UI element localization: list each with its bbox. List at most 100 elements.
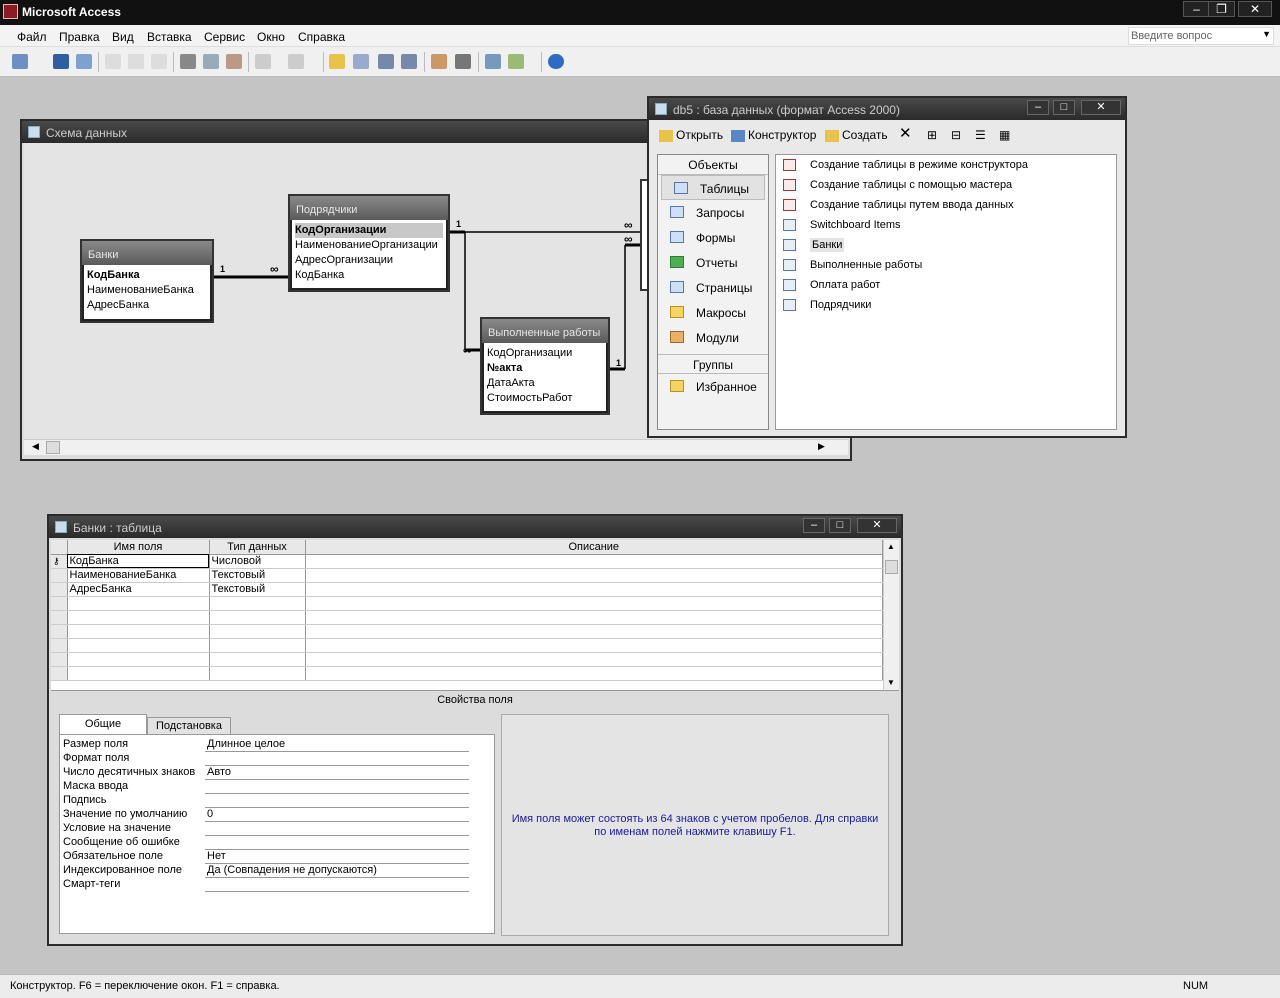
chevron-down-icon[interactable]: ▼ — [1262, 29, 1271, 39]
menu-view[interactable]: Вид — [112, 30, 134, 44]
print-preview-icon[interactable] — [128, 54, 144, 69]
schema-field[interactable]: КодОрганизации — [295, 223, 443, 238]
scroll-left-icon[interactable]: ◀ — [32, 441, 39, 452]
schema-field[interactable]: ДатаАкта — [487, 376, 603, 391]
horizontal-scrollbar[interactable]: ◀ ▶ — [24, 439, 848, 455]
field-name-cell[interactable]: КодБанка — [67, 554, 210, 569]
object-pages[interactable]: Страницы — [658, 275, 768, 300]
print-icon[interactable] — [105, 54, 121, 69]
schema-field[interactable]: КодОрганизации — [487, 346, 603, 361]
minimize-icon[interactable]: – — [1183, 1, 1210, 17]
schema-field[interactable]: СтоимостьРабот — [487, 391, 603, 406]
column-header[interactable]: Описание — [305, 540, 883, 555]
close-icon[interactable]: ✕ — [1238, 1, 1272, 17]
object-queries[interactable]: Запросы — [658, 200, 768, 225]
small-icons-icon[interactable]: ⊟ — [951, 128, 961, 142]
field-name-cell[interactable]: АдресБанка — [67, 582, 210, 597]
schema-table-vypolnennye-raboty[interactable]: Выполненные работы КодОрганизации №акта … — [480, 317, 610, 415]
property-value[interactable]: Нет — [205, 850, 469, 864]
data-type-cell[interactable]: Числовой — [209, 554, 306, 569]
maximize-icon[interactable]: □ — [1053, 100, 1075, 115]
create-button[interactable]: Создать — [825, 128, 888, 142]
maximize-icon[interactable]: □ — [829, 518, 851, 533]
column-header[interactable]: Имя поля — [67, 540, 210, 555]
list-item[interactable]: Создание таблицы в режиме конструктора — [783, 159, 1028, 172]
property-value[interactable]: Авто — [205, 766, 469, 780]
table-row[interactable]: АдресБанка Текстовый — [51, 582, 883, 597]
property-value[interactable] — [205, 780, 469, 794]
data-type-cell[interactable]: Текстовый — [209, 568, 306, 583]
object-forms[interactable]: Формы — [658, 225, 768, 250]
property-value[interactable] — [205, 878, 469, 892]
menu-file[interactable]: Файл — [17, 30, 47, 44]
search-icon[interactable] — [76, 54, 92, 69]
column-header[interactable]: Тип данных — [209, 540, 306, 555]
copy-icon[interactable] — [203, 54, 219, 69]
details-view-icon[interactable]: ▦ — [999, 128, 1010, 142]
object-reports[interactable]: Отчеты — [658, 250, 768, 275]
schema-field[interactable]: КодБанка — [87, 268, 207, 283]
close-icon[interactable]: ✕ — [857, 518, 897, 533]
group-favorites[interactable]: Избранное — [658, 374, 768, 399]
schema-table-podryadchiki[interactable]: Подрядчики КодОрганизации НаименованиеОр… — [288, 194, 450, 292]
access-app-icon[interactable] — [3, 4, 18, 19]
database-window-icon[interactable] — [485, 54, 501, 69]
minimize-icon[interactable]: – — [1027, 100, 1049, 115]
field-name-cell[interactable]: НаименованиеБанка — [67, 568, 210, 583]
scroll-down-icon[interactable]: ▼ — [887, 678, 895, 687]
save-icon[interactable] — [53, 54, 69, 69]
view-icon[interactable] — [12, 54, 28, 69]
objects-header[interactable]: Объекты — [658, 155, 768, 175]
schema-field[interactable]: НаименованиеОрганизации — [295, 238, 443, 253]
description-cell[interactable] — [305, 582, 883, 597]
list-view-icon[interactable]: ☰ — [975, 128, 986, 142]
property-value[interactable] — [205, 822, 469, 836]
undo-icon[interactable] — [255, 54, 271, 69]
spelling-icon[interactable] — [151, 54, 167, 69]
restore-icon[interactable]: ❐ — [1208, 1, 1235, 17]
cut-icon[interactable] — [180, 54, 196, 69]
vertical-scrollbar[interactable]: ▲ ▼ — [883, 540, 899, 690]
insert-rows-icon[interactable] — [378, 54, 394, 69]
list-item[interactable]: Switchboard Items — [783, 219, 900, 232]
table-row[interactable]: НаименованиеБанка Текстовый — [51, 568, 883, 583]
property-value[interactable]: Да (Совпадения не допускаются) — [205, 864, 469, 878]
schema-field[interactable]: АдресОрганизации — [295, 253, 443, 268]
list-item[interactable]: Выполненные работы — [783, 259, 922, 272]
description-cell[interactable] — [305, 568, 883, 583]
minimize-icon[interactable]: – — [803, 518, 825, 533]
property-value[interactable]: Длинное целое — [205, 738, 469, 752]
schema-table-banki[interactable]: Банки КодБанка НаименованиеБанка АдресБа… — [80, 239, 214, 323]
object-macros[interactable]: Макросы — [658, 300, 768, 325]
ask-question-input[interactable]: Введите вопрос ▼ — [1128, 27, 1274, 45]
schema-field[interactable]: НаименованиеБанка — [87, 283, 207, 298]
paste-icon[interactable] — [226, 54, 242, 69]
list-item[interactable]: Банки — [783, 238, 845, 252]
property-value[interactable] — [205, 794, 469, 808]
schema-field[interactable]: КодБанка — [295, 268, 443, 283]
scroll-right-icon[interactable]: ▶ — [818, 441, 825, 452]
menu-window[interactable]: Окно — [257, 30, 285, 44]
scroll-thumb[interactable] — [46, 441, 60, 454]
properties-icon[interactable] — [431, 54, 447, 69]
schema-field[interactable]: №акта — [487, 361, 603, 376]
scroll-thumb[interactable] — [885, 560, 898, 574]
tab-general[interactable]: Общие — [59, 714, 147, 734]
new-object-icon[interactable] — [508, 54, 524, 69]
close-icon[interactable]: ✕ — [1081, 100, 1121, 115]
table-row[interactable]: ⚷ КодБанка Числовой — [51, 554, 883, 569]
list-item[interactable]: Создание таблицы путем ввода данных — [783, 199, 1014, 212]
data-type-cell[interactable]: Текстовый — [209, 582, 306, 597]
object-modules[interactable]: Модули — [658, 325, 768, 350]
property-value[interactable]: 0 — [205, 808, 469, 822]
object-tables[interactable]: Таблицы — [661, 175, 765, 200]
redo-icon[interactable] — [288, 54, 304, 69]
property-value[interactable] — [205, 836, 469, 850]
list-item[interactable]: Создание таблицы с помощью мастера — [783, 179, 1012, 192]
schema-field[interactable]: АдресБанка — [87, 298, 207, 313]
menu-insert[interactable]: Вставка — [147, 30, 192, 44]
scroll-up-icon[interactable]: ▲ — [887, 542, 895, 551]
design-button[interactable]: Конструктор — [731, 128, 816, 142]
delete-rows-icon[interactable] — [401, 54, 417, 69]
open-button[interactable]: Открыть — [659, 128, 723, 142]
